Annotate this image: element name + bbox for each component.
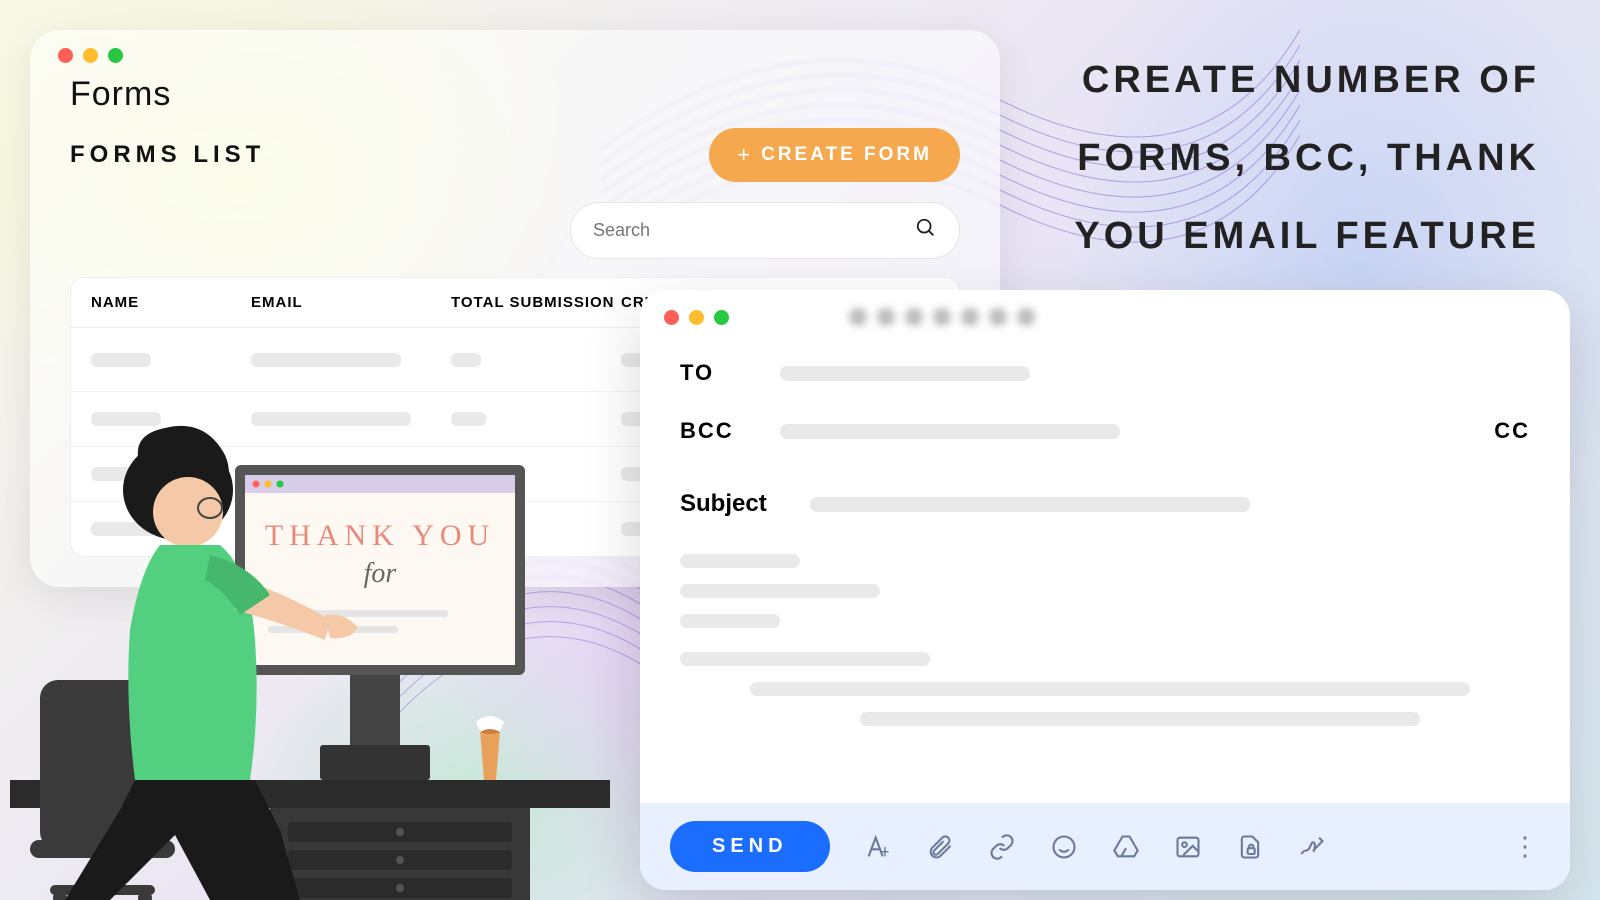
subject-label: Subject (680, 490, 780, 518)
plus-icon: + (737, 142, 753, 168)
attachment-icon[interactable] (926, 833, 954, 861)
create-form-label: CREATE FORM (761, 144, 932, 166)
emoji-icon[interactable] (1050, 833, 1078, 861)
minimize-dot[interactable] (83, 48, 98, 63)
search-input[interactable] (593, 220, 915, 241)
forms-subtitle: FORMS LIST (70, 141, 265, 169)
image-icon[interactable] (1174, 833, 1202, 861)
drive-icon[interactable] (1112, 833, 1140, 861)
cc-toggle[interactable]: CC (1494, 418, 1530, 444)
bcc-field[interactable] (780, 424, 1120, 439)
lock-file-icon[interactable] (1236, 833, 1264, 861)
more-icon[interactable]: ⋮ (1512, 831, 1540, 862)
headline-text: CREATE NUMBER OF FORMS, BCC, THANK YOU E… (1060, 42, 1540, 276)
email-body-content[interactable] (680, 534, 1530, 762)
forms-title: Forms (30, 75, 1000, 128)
email-toolbar: SEND ⋮ (640, 803, 1570, 890)
search-box[interactable] (570, 202, 960, 259)
text-format-icon[interactable] (864, 833, 892, 861)
close-dot[interactable] (58, 48, 73, 63)
maximize-dot[interactable] (714, 310, 729, 325)
maximize-dot[interactable] (108, 48, 123, 63)
send-button[interactable]: SEND (670, 821, 830, 872)
blurred-toolbar (849, 308, 1035, 326)
signature-icon[interactable] (1298, 833, 1326, 861)
create-form-button[interactable]: + CREATE FORM (709, 128, 960, 182)
subject-field[interactable] (810, 497, 1250, 512)
window-controls (30, 48, 1000, 75)
link-icon[interactable] (988, 833, 1016, 861)
email-window: TO BCC CC Subject SEND ⋮ (640, 290, 1570, 890)
col-name: NAME (91, 294, 251, 311)
to-field[interactable] (780, 366, 1030, 381)
search-icon[interactable] (915, 217, 937, 244)
close-dot[interactable] (664, 310, 679, 325)
minimize-dot[interactable] (689, 310, 704, 325)
col-total: TOTAL SUBMISSION (451, 294, 621, 311)
to-label: TO (680, 360, 750, 386)
bcc-label: BCC (680, 418, 750, 444)
col-email: EMAIL (251, 294, 451, 311)
